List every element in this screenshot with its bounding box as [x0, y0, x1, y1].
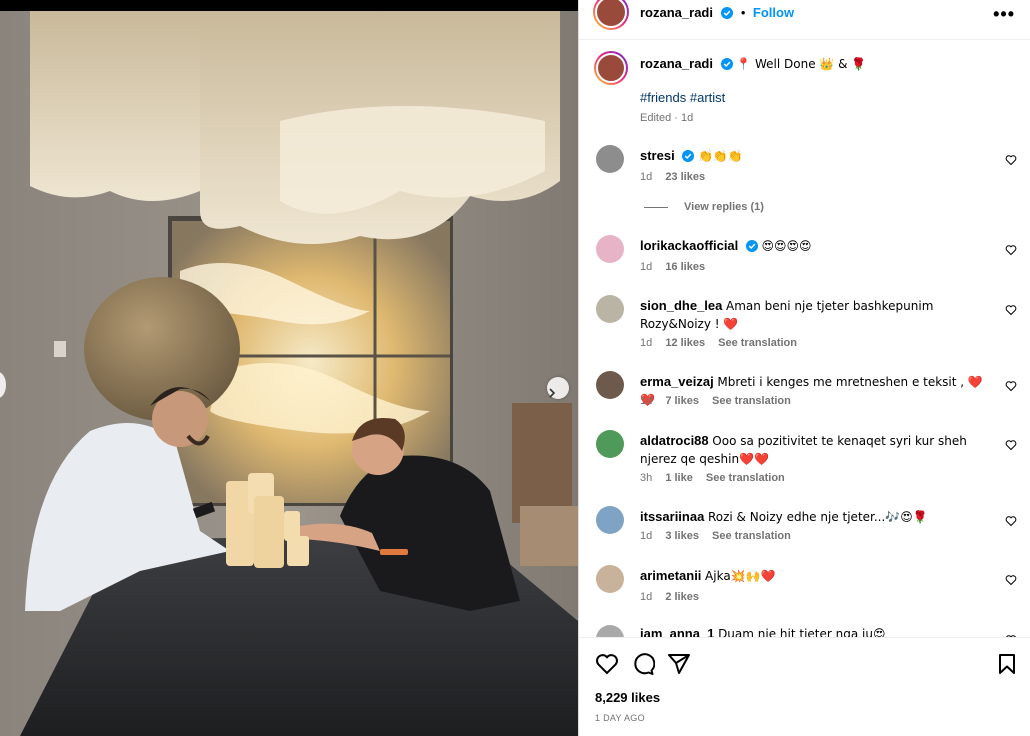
- comment-avatar[interactable]: [596, 506, 624, 534]
- comment-time: 1d: [640, 261, 653, 273]
- comment-avatar[interactable]: [596, 371, 624, 399]
- bookmark-icon[interactable]: [995, 652, 1019, 676]
- comment-text: 👏👏👏: [697, 149, 743, 163]
- comment-time: 1d: [640, 530, 653, 542]
- comment-likes[interactable]: 23 likes: [665, 171, 705, 183]
- post-header: rozana_radi • Follow •••: [579, 0, 1030, 40]
- chevron-right-icon: [549, 388, 556, 398]
- caption-text: 📍 Well Done 👑 & 🌹: [736, 57, 867, 71]
- comment-time: 1d: [640, 171, 653, 183]
- comment-avatar[interactable]: [596, 295, 624, 323]
- see-translation-button[interactable]: See translation: [718, 337, 797, 349]
- caption-username[interactable]: rozana_radi: [640, 56, 713, 71]
- heart-icon[interactable]: [1005, 380, 1017, 392]
- comment-username[interactable]: iam_anna_1: [640, 626, 714, 637]
- verified-icon: [721, 7, 734, 19]
- heart-icon[interactable]: [1005, 304, 1017, 316]
- comment-username[interactable]: arimetanii: [640, 568, 701, 583]
- comment-text: Duam nje hit tjeter nga ju😍: [718, 627, 886, 637]
- comment-username[interactable]: sion_dhe_lea: [640, 298, 722, 313]
- more-icon[interactable]: •••: [993, 4, 1015, 25]
- comment-text: 😍😍😍😍: [761, 239, 812, 253]
- comment-time: 1d: [640, 337, 653, 349]
- comment-likes[interactable]: 12 likes: [665, 337, 705, 349]
- see-translation-button[interactable]: See translation: [712, 530, 791, 542]
- see-translation-button[interactable]: See translation: [706, 472, 785, 484]
- comment-text: Ajka💥🙌❤️: [705, 569, 776, 583]
- comment-time: 1d: [640, 591, 653, 603]
- heart-icon[interactable]: [1005, 515, 1017, 527]
- comment-username[interactable]: lorikackaofficial: [640, 238, 738, 253]
- comment-avatar[interactable]: [596, 625, 624, 637]
- comments-list[interactable]: rozana_radi 📍 Well Done 👑 & 🌹 #friends #…: [579, 41, 1030, 637]
- caption-hashtags[interactable]: #friends #artist: [640, 89, 990, 107]
- verified-icon: [745, 240, 758, 252]
- comment-username[interactable]: erma_veizaj: [640, 374, 714, 389]
- likes-count[interactable]: 8,229 likes: [595, 690, 660, 705]
- post-image: [0, 11, 578, 736]
- verified-icon: [720, 58, 733, 70]
- follow-button[interactable]: Follow: [753, 5, 794, 20]
- comment-icon[interactable]: [631, 652, 655, 676]
- comment-avatar[interactable]: [596, 145, 624, 173]
- heart-icon[interactable]: [1005, 574, 1017, 586]
- photo-top-bar: [0, 0, 578, 11]
- verified-icon: [682, 150, 695, 162]
- comment-time: 1d: [640, 395, 653, 407]
- comment-likes[interactable]: 1 like: [665, 472, 693, 484]
- heart-icon[interactable]: [595, 652, 619, 676]
- comment-text: Rozi & Noizy edhe nje tjeter...🎶😍🌹: [707, 510, 928, 524]
- post-actions: 8,229 likes 1 DAY AGO: [579, 637, 1030, 736]
- heart-icon[interactable]: [1005, 244, 1017, 256]
- author-username[interactable]: rozana_radi: [640, 5, 713, 20]
- post-side-panel: rozana_radi • Follow ••• rozana_radi 📍 W…: [578, 0, 1030, 736]
- comment-avatar[interactable]: [596, 430, 624, 458]
- comment-username[interactable]: itssariinaa: [640, 509, 704, 524]
- share-icon[interactable]: [667, 652, 691, 676]
- see-translation-button[interactable]: See translation: [712, 395, 791, 407]
- carousel-next-button[interactable]: [547, 377, 569, 399]
- heart-icon[interactable]: [1005, 439, 1017, 451]
- comment-time: 3h: [640, 472, 653, 484]
- post-time: 1 DAY AGO: [595, 713, 645, 723]
- caption-avatar[interactable]: [596, 53, 626, 83]
- comment-likes[interactable]: 3 likes: [665, 530, 699, 542]
- heart-icon[interactable]: [1005, 154, 1017, 166]
- comment-likes[interactable]: 16 likes: [665, 261, 705, 273]
- comment-avatar[interactable]: [596, 235, 624, 263]
- comment-avatar[interactable]: [596, 565, 624, 593]
- comment-likes[interactable]: 2 likes: [665, 591, 699, 603]
- comment-username[interactable]: aldatroci88: [640, 433, 709, 448]
- comment-username[interactable]: stresi: [640, 148, 675, 163]
- comment-likes[interactable]: 7 likes: [665, 395, 699, 407]
- view-replies-button[interactable]: View replies (1): [644, 201, 764, 213]
- post-photo[interactable]: [0, 0, 578, 736]
- caption-edited: Edited · 1d: [640, 112, 694, 124]
